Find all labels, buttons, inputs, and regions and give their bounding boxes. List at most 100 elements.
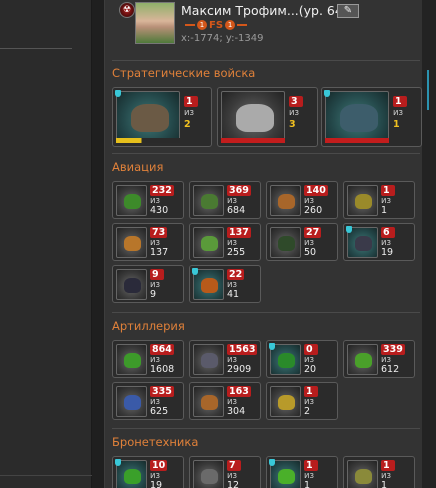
unit-card[interactable]: 137 из 255 <box>189 223 261 261</box>
unit-card[interactable]: 339 из 612 <box>343 340 415 378</box>
panel-gutter <box>92 0 104 488</box>
unit-count: 6 <box>381 227 395 238</box>
unit-total: 625 <box>150 406 169 417</box>
avatar[interactable] <box>135 2 175 44</box>
unit-card[interactable]: 1 из 2 <box>112 87 212 147</box>
unit-total: 1 <box>381 205 388 216</box>
shield-icon <box>115 459 121 466</box>
apc-icon <box>193 460 224 488</box>
rank-wing-left <box>185 24 195 26</box>
unit-total: 41 <box>227 289 240 300</box>
unit-total: 19 <box>150 480 163 488</box>
unit-count: 864 <box>150 344 174 355</box>
unit-count: 1 <box>381 185 395 196</box>
player-header: ☢ Максим Трофим...(ур. 64) ✎ 1 FS 1 x:-1… <box>119 0 419 50</box>
unit-shape <box>124 194 141 209</box>
section-title-strategic: Стратегические войска <box>112 66 256 80</box>
unit-count: 335 <box>150 386 174 397</box>
unit-card[interactable]: 1 из 1 <box>343 456 415 488</box>
section-divider <box>112 60 420 61</box>
section-divider <box>112 153 420 154</box>
unit-card[interactable]: 3 из 3 <box>217 87 318 147</box>
unit-shape <box>201 278 218 293</box>
unit-card[interactable]: 1563 из 2909 <box>189 340 261 378</box>
unit-total: 137 <box>150 247 169 258</box>
unit-total: 684 <box>227 205 246 216</box>
drone-green-icon <box>193 227 224 258</box>
unit-card[interactable]: 1 из 1 <box>266 456 338 488</box>
unit-card[interactable]: 140 из 260 <box>266 181 338 219</box>
rank-badge: 1 FS 1 <box>185 19 248 31</box>
unit-total: 1 <box>381 480 388 488</box>
unit-shape <box>201 395 218 410</box>
shield-icon <box>346 226 352 233</box>
unit-total: 20 <box>304 364 317 375</box>
unit-count: 3 <box>289 96 303 107</box>
unit-total: 304 <box>227 406 246 417</box>
unit-card[interactable]: 163 из 304 <box>189 382 261 420</box>
unit-shape <box>355 353 372 368</box>
unit-count: 1 <box>184 96 198 107</box>
unit-total: 1 <box>393 119 400 130</box>
unit-shape <box>278 194 295 209</box>
unit-total: 2909 <box>227 364 252 375</box>
fire-drone-icon <box>193 269 224 300</box>
unit-count: 339 <box>381 344 405 355</box>
unit-shape <box>201 236 218 251</box>
unit-card[interactable]: 22 из 41 <box>189 265 261 303</box>
jet-orange-icon <box>270 185 301 216</box>
unit-shape <box>124 395 141 410</box>
unit-card[interactable]: 6 из 19 <box>343 223 415 261</box>
unit-card[interactable]: 10 из 19 <box>112 456 184 488</box>
unit-card[interactable]: 7 из 12 <box>189 456 261 488</box>
helicopter-green-icon <box>116 185 147 216</box>
section-title-aviation: Авиация <box>112 160 164 174</box>
progress-bar <box>116 138 180 143</box>
scroll-indicator <box>427 70 429 110</box>
progress-bar <box>221 138 285 143</box>
pencil-icon[interactable]: ✎ <box>337 4 359 18</box>
unit-card[interactable]: 73 из 137 <box>112 223 184 261</box>
unit-card[interactable]: 369 из 684 <box>189 181 261 219</box>
unit-count: 1 <box>304 460 318 471</box>
progress-bar <box>325 138 389 143</box>
unit-total: 1 <box>304 480 311 488</box>
unit-count: 232 <box>150 185 174 196</box>
unit-shape <box>278 469 295 484</box>
unit-card[interactable]: 232 из 430 <box>112 181 184 219</box>
right-scroll-edge[interactable] <box>422 0 436 488</box>
shield-icon <box>324 90 330 97</box>
unit-card[interactable]: 27 из 50 <box>266 223 338 261</box>
unit-count: 1563 <box>227 344 258 355</box>
unit-count: 1 <box>304 386 318 397</box>
unit-card[interactable]: 1 из 1 <box>321 87 422 147</box>
section-title-artillery: Артиллерия <box>112 319 185 333</box>
unit-shape <box>355 469 372 484</box>
left-divider-bottom <box>0 475 100 476</box>
army-panel: ☢ Максим Трофим...(ур. 64) ✎ 1 FS 1 x:-1… <box>104 0 422 488</box>
shield-icon <box>269 459 275 466</box>
reactor-fortress-icon <box>325 91 389 143</box>
unit-card[interactable]: 335 из 625 <box>112 382 184 420</box>
unit-card[interactable]: 9 из 9 <box>112 265 184 303</box>
unit-shape <box>278 353 295 368</box>
unit-count: 7 <box>227 460 241 471</box>
player-name[interactable]: Максим Трофим...(ур. 64) <box>181 3 348 18</box>
unit-total: 2 <box>304 406 311 417</box>
unit-card[interactable]: 1 из 1 <box>343 181 415 219</box>
clan-emblem-icon[interactable]: ☢ <box>119 2 135 18</box>
heavy-artillery-icon <box>270 344 301 375</box>
unit-card[interactable]: 0 из 20 <box>266 340 338 378</box>
unit-total: 255 <box>227 247 246 258</box>
unit-card[interactable]: 864 из 1608 <box>112 340 184 378</box>
unit-total: 260 <box>304 205 323 216</box>
artillery-green-icon <box>116 344 147 375</box>
gunship-green-icon <box>193 185 224 216</box>
of-label: из <box>289 108 300 118</box>
bomber-yellow-icon <box>347 185 378 216</box>
unit-card[interactable]: 1 из 2 <box>266 382 338 420</box>
scorpion-tank-icon <box>347 460 378 488</box>
unit-shape <box>124 469 141 484</box>
unit-count: 369 <box>227 185 251 196</box>
unit-count: 137 <box>227 227 251 238</box>
